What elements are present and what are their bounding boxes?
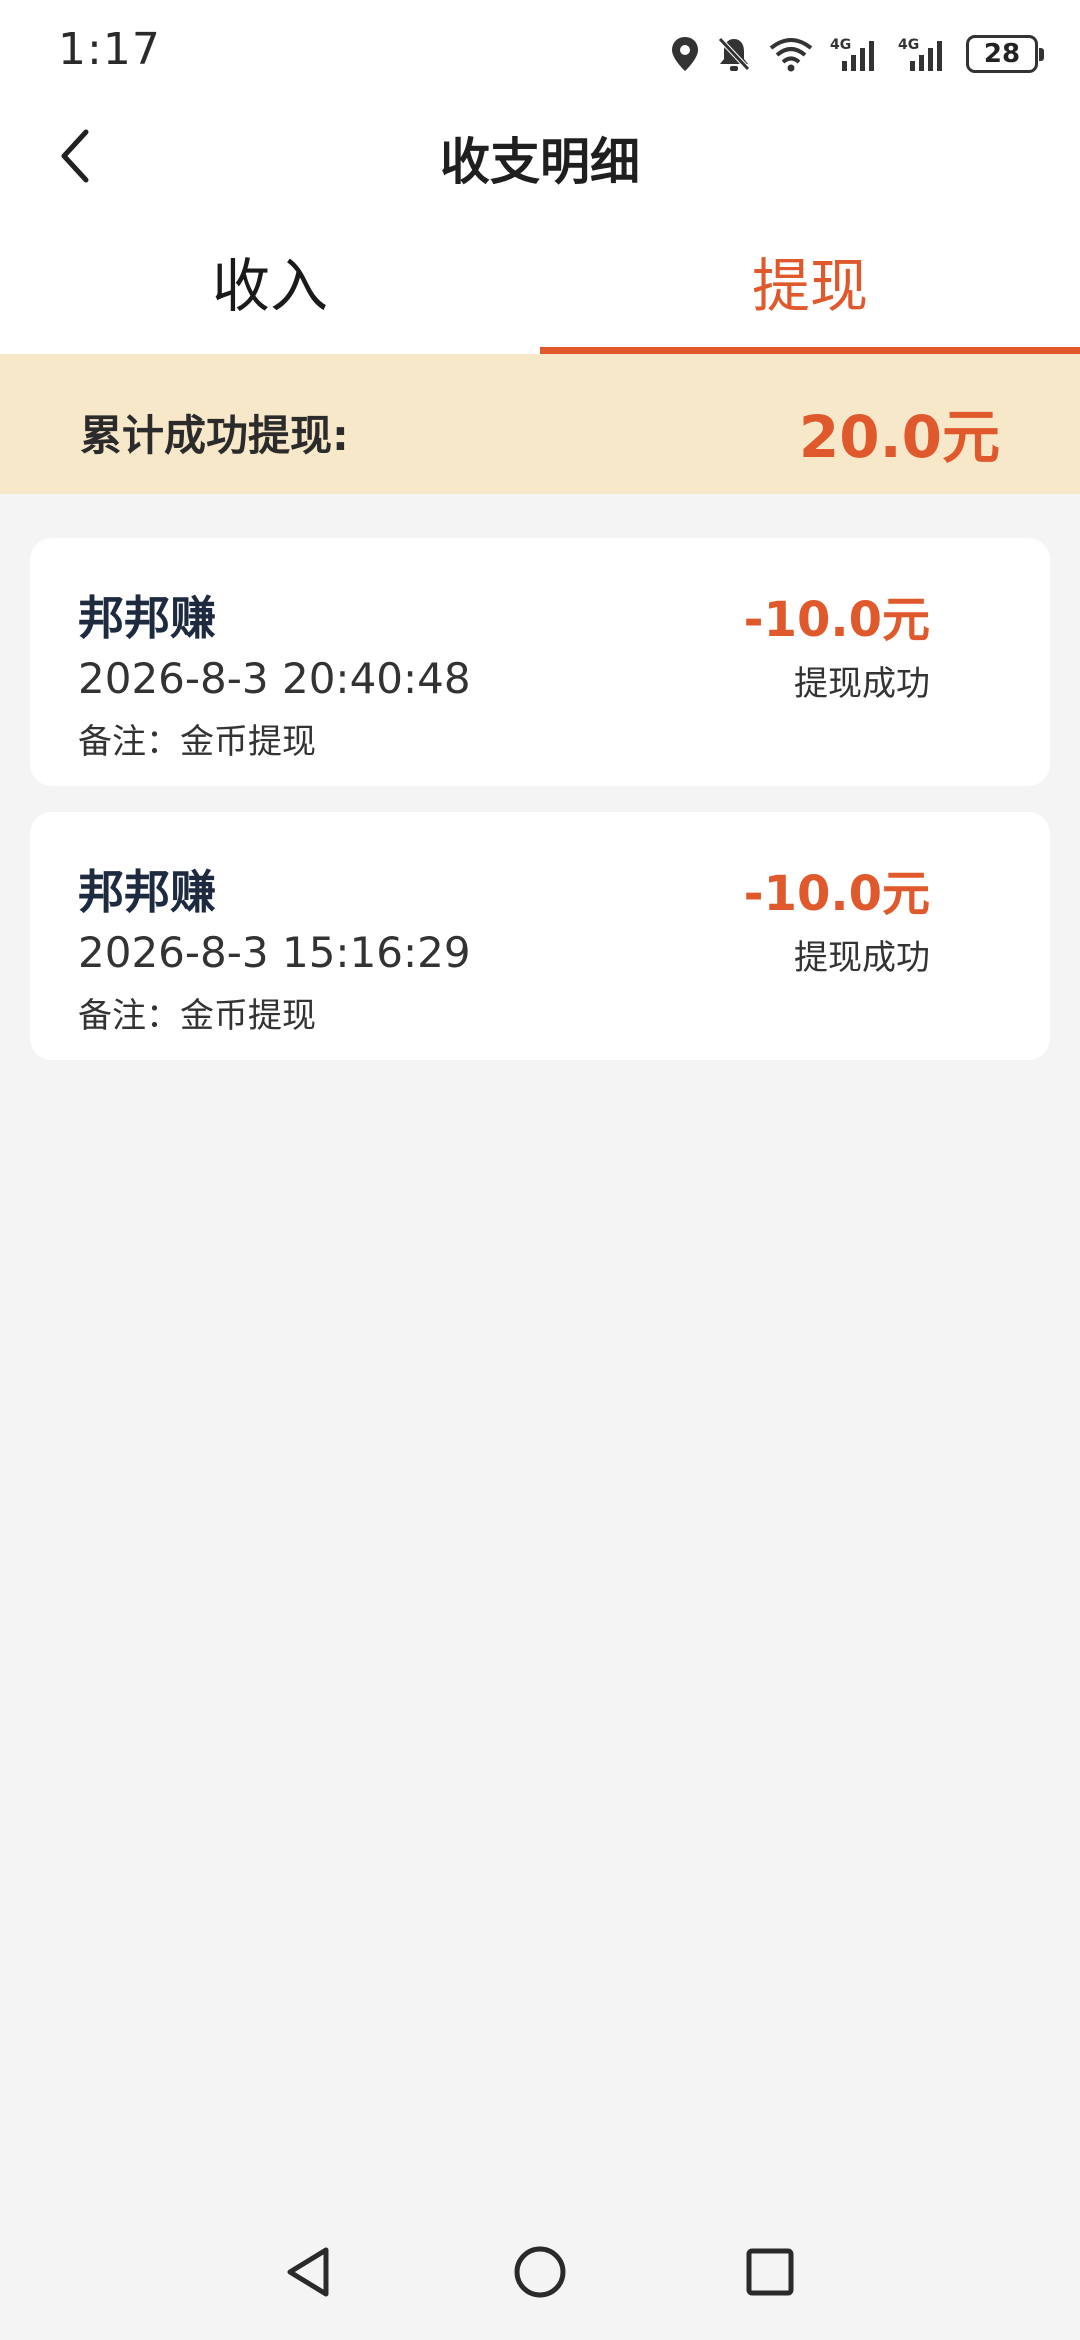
list-item[interactable]: 邦邦赚 2026-8-3 20:40:48 备注：金币提现 -10.0元 提现成… — [30, 538, 1050, 786]
battery-level: 28 — [983, 39, 1021, 69]
record-name: 邦邦赚 — [78, 591, 216, 645]
battery-icon: 28 — [966, 35, 1044, 73]
status-icons: 4G 4G 28 — [670, 30, 1044, 78]
record-status: 提现成功 — [794, 938, 930, 978]
record-time: 2026-8-3 15:16:29 — [78, 928, 471, 977]
record-amount: -10.0元 — [743, 866, 930, 922]
location-icon — [672, 37, 698, 71]
record-note: 备注：金币提现 — [78, 996, 316, 1036]
tab-income-label: 收入 — [211, 252, 328, 320]
record-amount: -10.0元 — [743, 592, 930, 648]
home-circle-icon — [514, 2246, 566, 2298]
nav-home-button[interactable] — [500, 2232, 580, 2312]
recents-square-icon — [746, 2248, 794, 2296]
header: 收支明细 — [0, 108, 1080, 220]
bell-muted-icon — [718, 37, 750, 71]
withdraw-summary: 累计成功提现: 20.0元 — [0, 354, 1080, 494]
status-bar: 1:17 4G 4G 28 — [0, 0, 1080, 108]
record-time: 2026-8-3 20:40:48 — [78, 654, 471, 703]
svg-text:4G: 4G — [830, 37, 851, 53]
back-triangle-icon — [287, 2247, 329, 2297]
system-nav-bar — [0, 2208, 1080, 2340]
record-list: 邦邦赚 2026-8-3 20:40:48 备注：金币提现 -10.0元 提现成… — [30, 538, 1050, 1086]
list-item[interactable]: 邦邦赚 2026-8-3 15:16:29 备注：金币提现 -10.0元 提现成… — [30, 812, 1050, 1060]
page-title: 收支明细 — [440, 133, 640, 191]
summary-amount: 20.0元 — [798, 403, 1000, 471]
record-status: 提现成功 — [794, 664, 930, 704]
tab-withdraw-label: 提现 — [751, 252, 868, 320]
summary-label: 累计成功提现: — [80, 411, 349, 460]
record-name: 邦邦赚 — [78, 865, 216, 919]
nav-back-button[interactable] — [268, 2232, 348, 2312]
app-screen: 1:17 4G 4G 28 收支明细 收入 提现 累计成功提现: 20.0元 邦… — [0, 0, 1080, 2340]
record-note: 备注：金币提现 — [78, 722, 316, 762]
tab-income[interactable]: 收入 — [0, 220, 540, 354]
active-tab-indicator — [540, 347, 1080, 354]
status-time: 1:17 — [58, 24, 161, 75]
svg-text:4G: 4G — [898, 37, 919, 53]
wifi-icon — [769, 38, 813, 72]
tab-withdraw[interactable]: 提现 — [540, 220, 1080, 354]
tab-bar: 收入 提现 — [0, 220, 1080, 354]
nav-recents-button[interactable] — [730, 2232, 810, 2312]
signal-4g-icon: 4G — [898, 37, 942, 71]
signal-4g-icon: 4G — [830, 37, 874, 71]
